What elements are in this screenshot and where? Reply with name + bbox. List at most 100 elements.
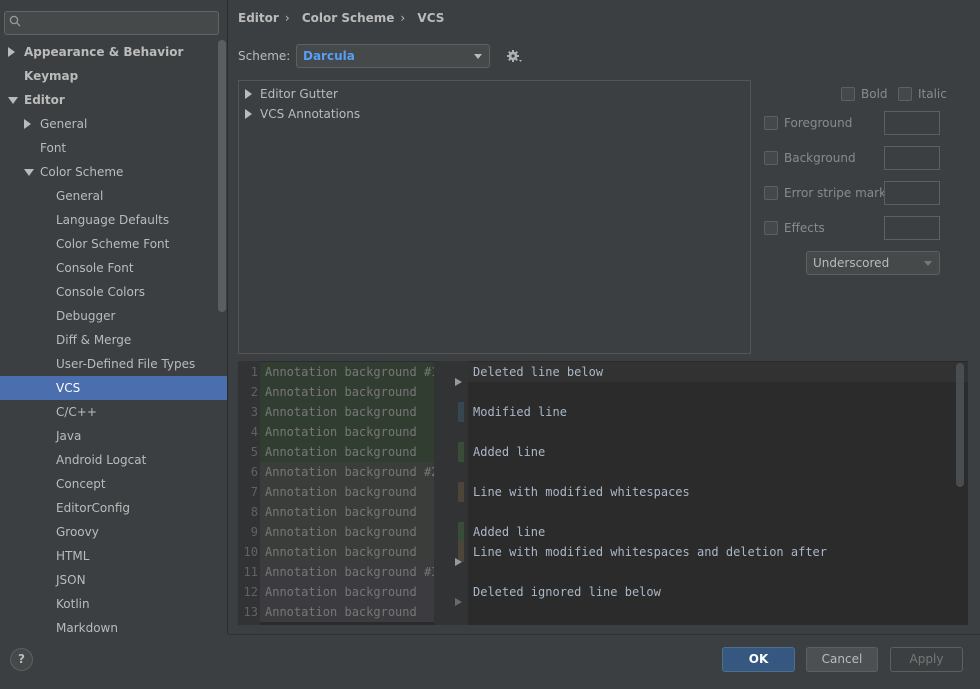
sidebar-item-label: Font xyxy=(40,141,67,155)
sidebar-item-kotlin[interactable]: Kotlin xyxy=(0,592,227,616)
preview-scrollbar[interactable] xyxy=(956,363,964,487)
sidebar-item-label: Keymap xyxy=(24,69,79,83)
line-number: 2 xyxy=(250,385,258,399)
sidebar-item-appearance-behavior[interactable]: Appearance & Behavior xyxy=(0,40,227,64)
sidebar-item-label: HTML xyxy=(56,549,90,563)
sidebar-item-console-colors[interactable]: Console Colors xyxy=(0,280,227,304)
italic-label: Italic xyxy=(918,87,947,101)
cancel-button[interactable]: Cancel xyxy=(806,647,878,672)
scheme-label: Scheme: xyxy=(238,49,291,63)
deleted-marker-icon xyxy=(455,558,462,566)
background-label: Background xyxy=(784,151,856,165)
scheme-select[interactable]: Darcula xyxy=(296,44,490,68)
background-color-swatch[interactable] xyxy=(884,146,940,170)
sidebar-item-font[interactable]: Font xyxy=(0,136,227,160)
collapse-arrow-icon[interactable] xyxy=(24,160,36,184)
sidebar-item-android-logcat[interactable]: Android Logcat xyxy=(0,448,227,472)
help-button[interactable]: ? xyxy=(10,648,33,671)
attributes-tree[interactable]: Editor Gutter VCS Annotations xyxy=(238,80,751,354)
expand-arrow-icon[interactable] xyxy=(24,112,36,136)
sidebar-item-html[interactable]: HTML xyxy=(0,544,227,568)
effects-checkbox[interactable] xyxy=(764,221,778,235)
expand-arrow-icon xyxy=(245,109,252,119)
sidebar-scrollbar[interactable] xyxy=(218,40,226,312)
sidebar-item-label: Debugger xyxy=(56,309,116,323)
line-number: 10 xyxy=(243,545,258,559)
sidebar-item-markdown[interactable]: Markdown xyxy=(0,616,227,634)
sidebar-item-vcs[interactable]: VCS xyxy=(0,376,227,400)
annotation-line: Annotation background #1 xyxy=(260,362,438,382)
background-checkbox[interactable] xyxy=(764,151,778,165)
collapse-arrow-icon[interactable] xyxy=(8,88,20,112)
sidebar-item-label: Language Defaults xyxy=(56,213,170,227)
effects-color-swatch[interactable] xyxy=(884,216,940,240)
tree-node-editor-gutter[interactable]: Editor Gutter xyxy=(245,85,338,103)
breadcrumb-item: Editor xyxy=(238,11,279,25)
annotation-column: Annotation background #1 Annotation backg… xyxy=(260,361,438,625)
breadcrumb-separator: › xyxy=(284,11,290,25)
sidebar-item-console-font[interactable]: Console Font xyxy=(0,256,227,280)
vcs-gutter xyxy=(434,361,468,625)
settings-tree: Appearance & Behavior Keymap Editor General… xyxy=(0,40,227,634)
tree-node-vcs-annotations[interactable]: VCS Annotations xyxy=(245,105,360,123)
preview-editor[interactable]: 1 2 3 4 5 6 7 8 9 10 11 12 13 Annotation background … xyxy=(238,361,968,625)
gear-icon[interactable] xyxy=(505,47,523,65)
line-number: 1 xyxy=(250,365,258,379)
code-line: Deleted ignored line below xyxy=(473,585,661,599)
sidebar-item-diff-merge[interactable]: Diff & Merge xyxy=(0,328,227,352)
bold-checkbox[interactable] xyxy=(841,87,855,101)
search-input[interactable] xyxy=(4,11,219,35)
sidebar-item-c-c[interactable]: C/C++ xyxy=(0,400,227,424)
line-number: 13 xyxy=(243,605,258,619)
code-line: Line with modified whitespaces and delet… xyxy=(473,545,828,559)
annotation-line: Annotation background xyxy=(260,482,434,502)
breadcrumb-item: Color Scheme xyxy=(301,11,395,25)
sidebar-item-general[interactable]: General xyxy=(0,112,227,136)
breadcrumb-separator: › xyxy=(400,11,406,25)
sidebar-item-editor[interactable]: Editor xyxy=(0,88,227,112)
foreground-label: Foreground xyxy=(784,116,853,130)
sidebar-item-label: C/C++ xyxy=(56,405,97,419)
expand-arrow-icon[interactable] xyxy=(8,40,20,64)
sidebar-item-java[interactable]: Java xyxy=(0,424,227,448)
code-line: Added line xyxy=(473,445,546,459)
sidebar-item-label: EditorConfig xyxy=(56,501,131,515)
effect-type-select[interactable]: Underscored xyxy=(806,251,940,275)
added-line-marker xyxy=(458,522,464,542)
error-stripe-color-swatch[interactable] xyxy=(884,181,940,205)
sidebar-item-label: Color Scheme xyxy=(40,165,124,179)
error-stripe-label: Error stripe mark xyxy=(784,186,887,200)
sidebar-item-language-defaults[interactable]: Language Defaults xyxy=(0,208,227,232)
sidebar-item-debugger[interactable]: Debugger xyxy=(0,304,227,328)
sidebar-item-color-scheme-font[interactable]: Color Scheme Font xyxy=(0,232,227,256)
sidebar-item-label: Editor xyxy=(24,93,65,107)
line-number: 4 xyxy=(250,425,258,439)
sidebar-item-color-scheme[interactable]: Color Scheme xyxy=(0,160,227,184)
sidebar-item-groovy[interactable]: Groovy xyxy=(0,520,227,544)
deleted-marker-icon xyxy=(455,598,462,606)
sidebar-item-keymap[interactable]: Keymap xyxy=(0,64,227,88)
annotation-line: Annotation background xyxy=(260,602,434,622)
error-stripe-checkbox[interactable] xyxy=(764,186,778,200)
deleted-marker-icon xyxy=(455,378,462,386)
effect-type-value: Underscored xyxy=(813,256,890,270)
sidebar-item-label: General xyxy=(56,189,104,203)
sidebar-item-label: User-Defined File Types xyxy=(56,357,196,371)
apply-button[interactable]: Apply xyxy=(890,647,963,672)
ok-button[interactable]: OK xyxy=(722,647,795,672)
sidebar-item-label: Color Scheme Font xyxy=(56,237,170,251)
annotation-line: Annotation background #3 xyxy=(260,562,438,582)
sidebar-item-label: Kotlin xyxy=(56,597,90,611)
italic-checkbox[interactable] xyxy=(898,87,912,101)
foreground-color-swatch[interactable] xyxy=(884,111,940,135)
sidebar-item-editorconfig[interactable]: EditorConfig xyxy=(0,496,227,520)
sidebar-item-general[interactable]: General xyxy=(0,184,227,208)
sidebar-item-label: Appearance & Behavior xyxy=(24,45,184,59)
foreground-checkbox[interactable] xyxy=(764,116,778,130)
breadcrumb-item: VCS xyxy=(417,11,445,25)
sidebar-item-concept[interactable]: Concept xyxy=(0,472,227,496)
settings-dialog: Appearance & Behavior Keymap Editor General… xyxy=(0,0,980,689)
sidebar-item-json[interactable]: JSON xyxy=(0,568,227,592)
scheme-select-value: Darcula xyxy=(303,49,355,63)
sidebar-item-user-defined-file-types[interactable]: User-Defined File Types xyxy=(0,352,227,376)
